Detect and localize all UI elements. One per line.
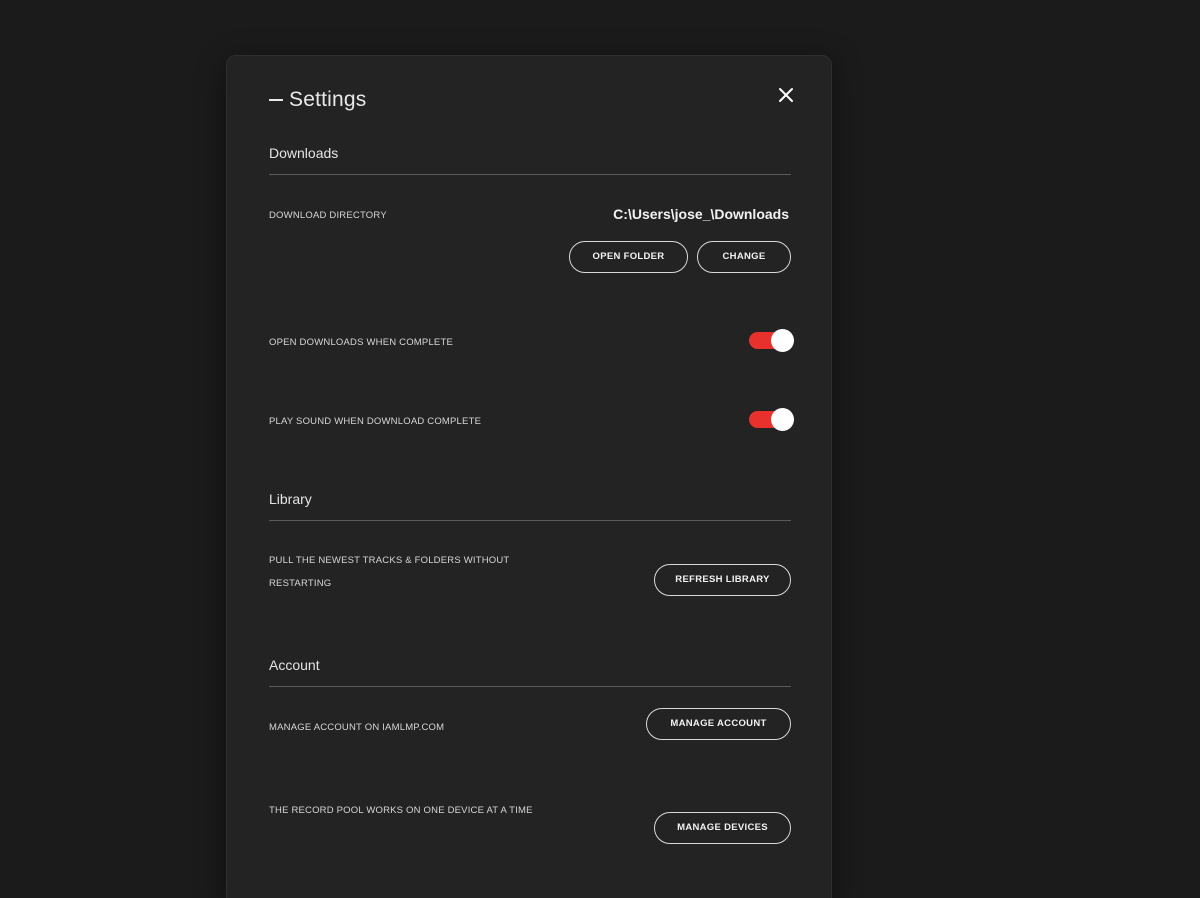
- devices-label: THE RECORD POOL WORKS ON ONE DEVICE AT A…: [269, 805, 533, 816]
- open-downloads-label: OPEN DOWNLOADS WHEN COMPLETE: [269, 337, 454, 348]
- section-title-downloads: Downloads: [269, 145, 339, 161]
- section-title-account: Account: [269, 657, 320, 673]
- refresh-library-description-line2: RESTARTING: [269, 578, 332, 589]
- open-folder-button[interactable]: OPEN FOLDER: [569, 241, 688, 273]
- divider: [269, 174, 791, 175]
- close-icon: [779, 88, 793, 102]
- play-sound-toggle[interactable]: [749, 408, 794, 431]
- divider: [269, 520, 791, 521]
- change-directory-button[interactable]: CHANGE: [697, 241, 791, 273]
- page-title: Settings: [289, 88, 367, 111]
- page-background: Settings Downloads DOWNLOAD DIRECTORY C:…: [0, 0, 1200, 898]
- dash-icon: [269, 99, 283, 101]
- open-downloads-toggle[interactable]: [749, 329, 794, 352]
- manage-account-button[interactable]: MANAGE ACCOUNT: [646, 708, 791, 740]
- refresh-library-button[interactable]: REFRESH LIBRARY: [654, 564, 791, 596]
- download-directory-path: C:\Users\jose_\Downloads: [613, 206, 789, 222]
- refresh-library-description-line1: PULL THE NEWEST TRACKS & FOLDERS WITHOUT: [269, 555, 510, 566]
- refresh-library-description: PULL THE NEWEST TRACKS & FOLDERS WITHOUT…: [269, 549, 529, 595]
- settings-modal: Settings Downloads DOWNLOAD DIRECTORY C:…: [226, 55, 832, 898]
- manage-devices-button[interactable]: MANAGE DEVICES: [654, 812, 791, 844]
- download-directory-label: DOWNLOAD DIRECTORY: [269, 210, 387, 221]
- manage-account-label: MANAGE ACCOUNT ON IAMLMP.COM: [269, 722, 445, 733]
- modal-header: Settings: [269, 88, 366, 112]
- section-title-library: Library: [269, 491, 312, 507]
- close-button[interactable]: [775, 84, 797, 106]
- play-sound-label: PLAY SOUND WHEN DOWNLOAD COMPLETE: [269, 416, 482, 427]
- toggle-knob: [771, 408, 794, 431]
- toggle-knob: [771, 329, 794, 352]
- divider: [269, 686, 791, 687]
